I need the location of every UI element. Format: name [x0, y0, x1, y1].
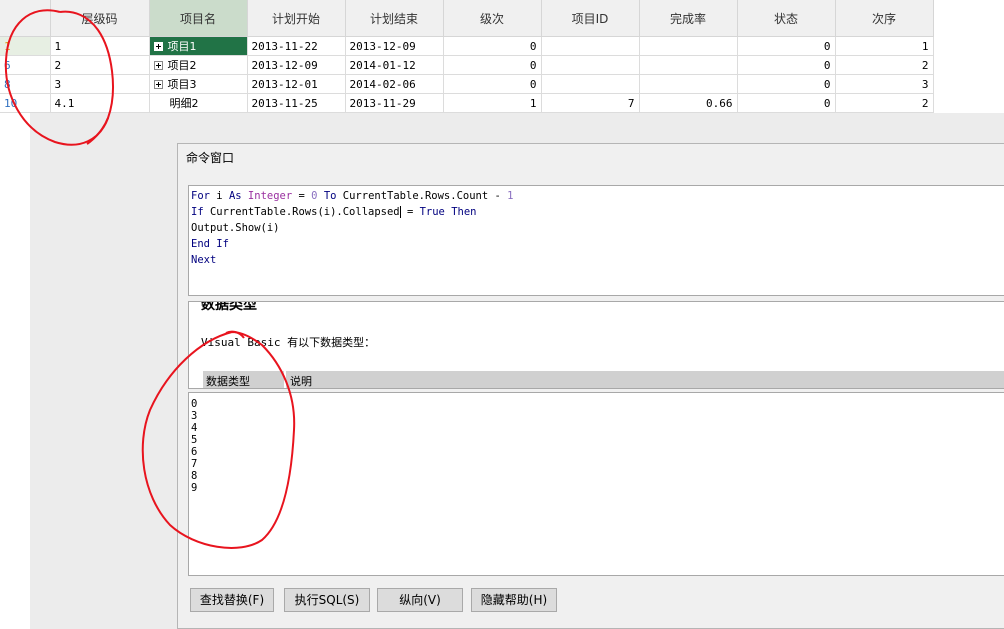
help-table-header: 数据类型 说明	[203, 371, 1004, 388]
cell-code[interactable]: 1	[50, 36, 150, 56]
cell-start[interactable]: 2013-12-09	[247, 55, 346, 75]
cell-order[interactable]: 2	[835, 93, 934, 113]
vertical-layout-button[interactable]: 纵向(V)	[377, 588, 463, 612]
column-header-start[interactable]: 计划开始	[247, 0, 346, 37]
cell-name-text: 明细2	[169, 97, 199, 110]
cell-code[interactable]: 4.1	[50, 93, 150, 113]
cell-end[interactable]: 2014-02-06	[345, 74, 444, 94]
cell-name-text: 项目1	[167, 40, 197, 53]
cell-level[interactable]: 0	[443, 55, 542, 75]
cell-completion[interactable]: 0.66	[639, 93, 738, 113]
code-editor[interactable]: For i As Integer = 0 To CurrentTable.Row…	[188, 185, 1004, 296]
column-header-level[interactable]: 级次	[443, 0, 542, 37]
find-replace-button[interactable]: 查找替换(F)	[190, 588, 274, 612]
cell-completion[interactable]	[639, 74, 738, 94]
cell-start[interactable]: 2013-11-25	[247, 93, 346, 113]
cell-name-text: 项目3	[167, 78, 197, 91]
cell-end[interactable]: 2013-11-29	[345, 93, 444, 113]
column-header-status[interactable]: 状态	[737, 0, 836, 37]
row-number[interactable]: 8	[0, 74, 51, 94]
table-row[interactable]: 8 3 项目3 2013-12-01 2014-02-06 0 0 3	[0, 74, 934, 94]
cell-level[interactable]: 0	[443, 36, 542, 56]
cell-name[interactable]: 项目2	[149, 55, 248, 75]
column-header-project-id[interactable]: 项目ID	[541, 0, 640, 37]
code-line: If CurrentTable.Rows(i).Collapsed = True…	[191, 206, 477, 218]
help-text: Visual Basic 有以下数据类型：	[201, 336, 376, 349]
cell-name-text: 项目2	[167, 59, 197, 72]
code-line: Output.Show(i)	[191, 222, 280, 234]
cell-level[interactable]: 1	[443, 93, 542, 113]
grid-right-margin	[933, 0, 1004, 113]
grid-header-row: 层级码 项目名 计划开始 计划结束 级次 项目ID 完成率 状态 次序	[0, 0, 934, 37]
cell-code[interactable]: 3	[50, 74, 150, 94]
cell-status[interactable]: 0	[737, 93, 836, 113]
expand-plus-icon[interactable]	[153, 80, 163, 89]
output-line: 0	[191, 398, 198, 410]
cell-start[interactable]: 2013-11-22	[247, 36, 346, 56]
command-window: 命令窗口 For i As Integer = 0 To CurrentTabl…	[177, 143, 1004, 629]
cell-project-id[interactable]	[541, 36, 640, 56]
table-row[interactable]: 1 1 项目1 2013-11-22 2013-12-09 0 0 1	[0, 36, 934, 56]
column-header-end[interactable]: 计划结束	[345, 0, 444, 37]
code-line: Next	[191, 254, 217, 266]
cell-end[interactable]: 2013-12-09	[345, 36, 444, 56]
help-title: 数据类型	[201, 301, 257, 313]
output-line: 5	[191, 434, 198, 446]
code-line: End If	[191, 238, 229, 250]
cell-completion[interactable]	[639, 36, 738, 56]
column-header-order[interactable]: 次序	[835, 0, 934, 37]
cell-project-id[interactable]: 7	[541, 93, 640, 113]
cell-name[interactable]: 明细2	[149, 93, 248, 113]
grid-left-margin	[0, 113, 30, 629]
hide-help-button[interactable]: 隐藏帮助(H)	[471, 588, 557, 612]
output-line: 7	[191, 458, 198, 470]
cell-code[interactable]: 2	[50, 55, 150, 75]
cell-project-id[interactable]	[541, 74, 640, 94]
table-row[interactable]: 6 2 项目2 2013-12-09 2014-01-12 0 0 2	[0, 55, 934, 75]
output-line: 8	[191, 470, 198, 482]
column-header-name[interactable]: 项目名	[149, 0, 248, 37]
cell-end[interactable]: 2014-01-12	[345, 55, 444, 75]
grid-table: 层级码 项目名 计划开始 计划结束 级次 项目ID 完成率 状态 次序 1 1 …	[0, 0, 934, 113]
cell-completion[interactable]	[639, 55, 738, 75]
output-line: 3	[191, 410, 198, 422]
help-panel[interactable]: 数据类型 Visual Basic 有以下数据类型： 数据类型 说明	[188, 301, 1004, 389]
table-row[interactable]: 10 4.1 明细2 2013-11-25 2013-11-29 1 7 0.6…	[0, 93, 934, 113]
cell-project-id[interactable]	[541, 55, 640, 75]
column-header-completion[interactable]: 完成率	[639, 0, 738, 37]
command-window-title[interactable]: 命令窗口	[178, 144, 1004, 172]
expand-plus-icon[interactable]	[153, 61, 163, 70]
cell-status[interactable]: 0	[737, 55, 836, 75]
cell-status[interactable]: 0	[737, 74, 836, 94]
code-line: For i As Integer = 0 To CurrentTable.Row…	[191, 190, 514, 202]
output-line: 9	[191, 482, 198, 494]
output-panel[interactable]: 0 3 4 5 6 7 8 9	[188, 392, 1004, 576]
cell-name[interactable]: 项目1	[149, 36, 248, 56]
cell-name[interactable]: 项目3	[149, 74, 248, 94]
cell-start[interactable]: 2013-12-01	[247, 74, 346, 94]
row-number[interactable]: 10	[0, 93, 51, 113]
cell-order[interactable]: 1	[835, 36, 934, 56]
row-number[interactable]: 1	[0, 36, 51, 56]
output-line: 4	[191, 422, 198, 434]
cell-order[interactable]: 2	[835, 55, 934, 75]
grid-corner[interactable]	[0, 0, 51, 37]
cell-level[interactable]: 0	[443, 74, 542, 94]
cell-order[interactable]: 3	[835, 74, 934, 94]
execute-sql-button[interactable]: 执行SQL(S)	[284, 588, 370, 612]
output-line: 6	[191, 446, 198, 458]
column-header-code[interactable]: 层级码	[50, 0, 150, 37]
row-number[interactable]: 6	[0, 55, 51, 75]
cell-status[interactable]: 0	[737, 36, 836, 56]
expand-plus-icon[interactable]	[153, 42, 163, 51]
